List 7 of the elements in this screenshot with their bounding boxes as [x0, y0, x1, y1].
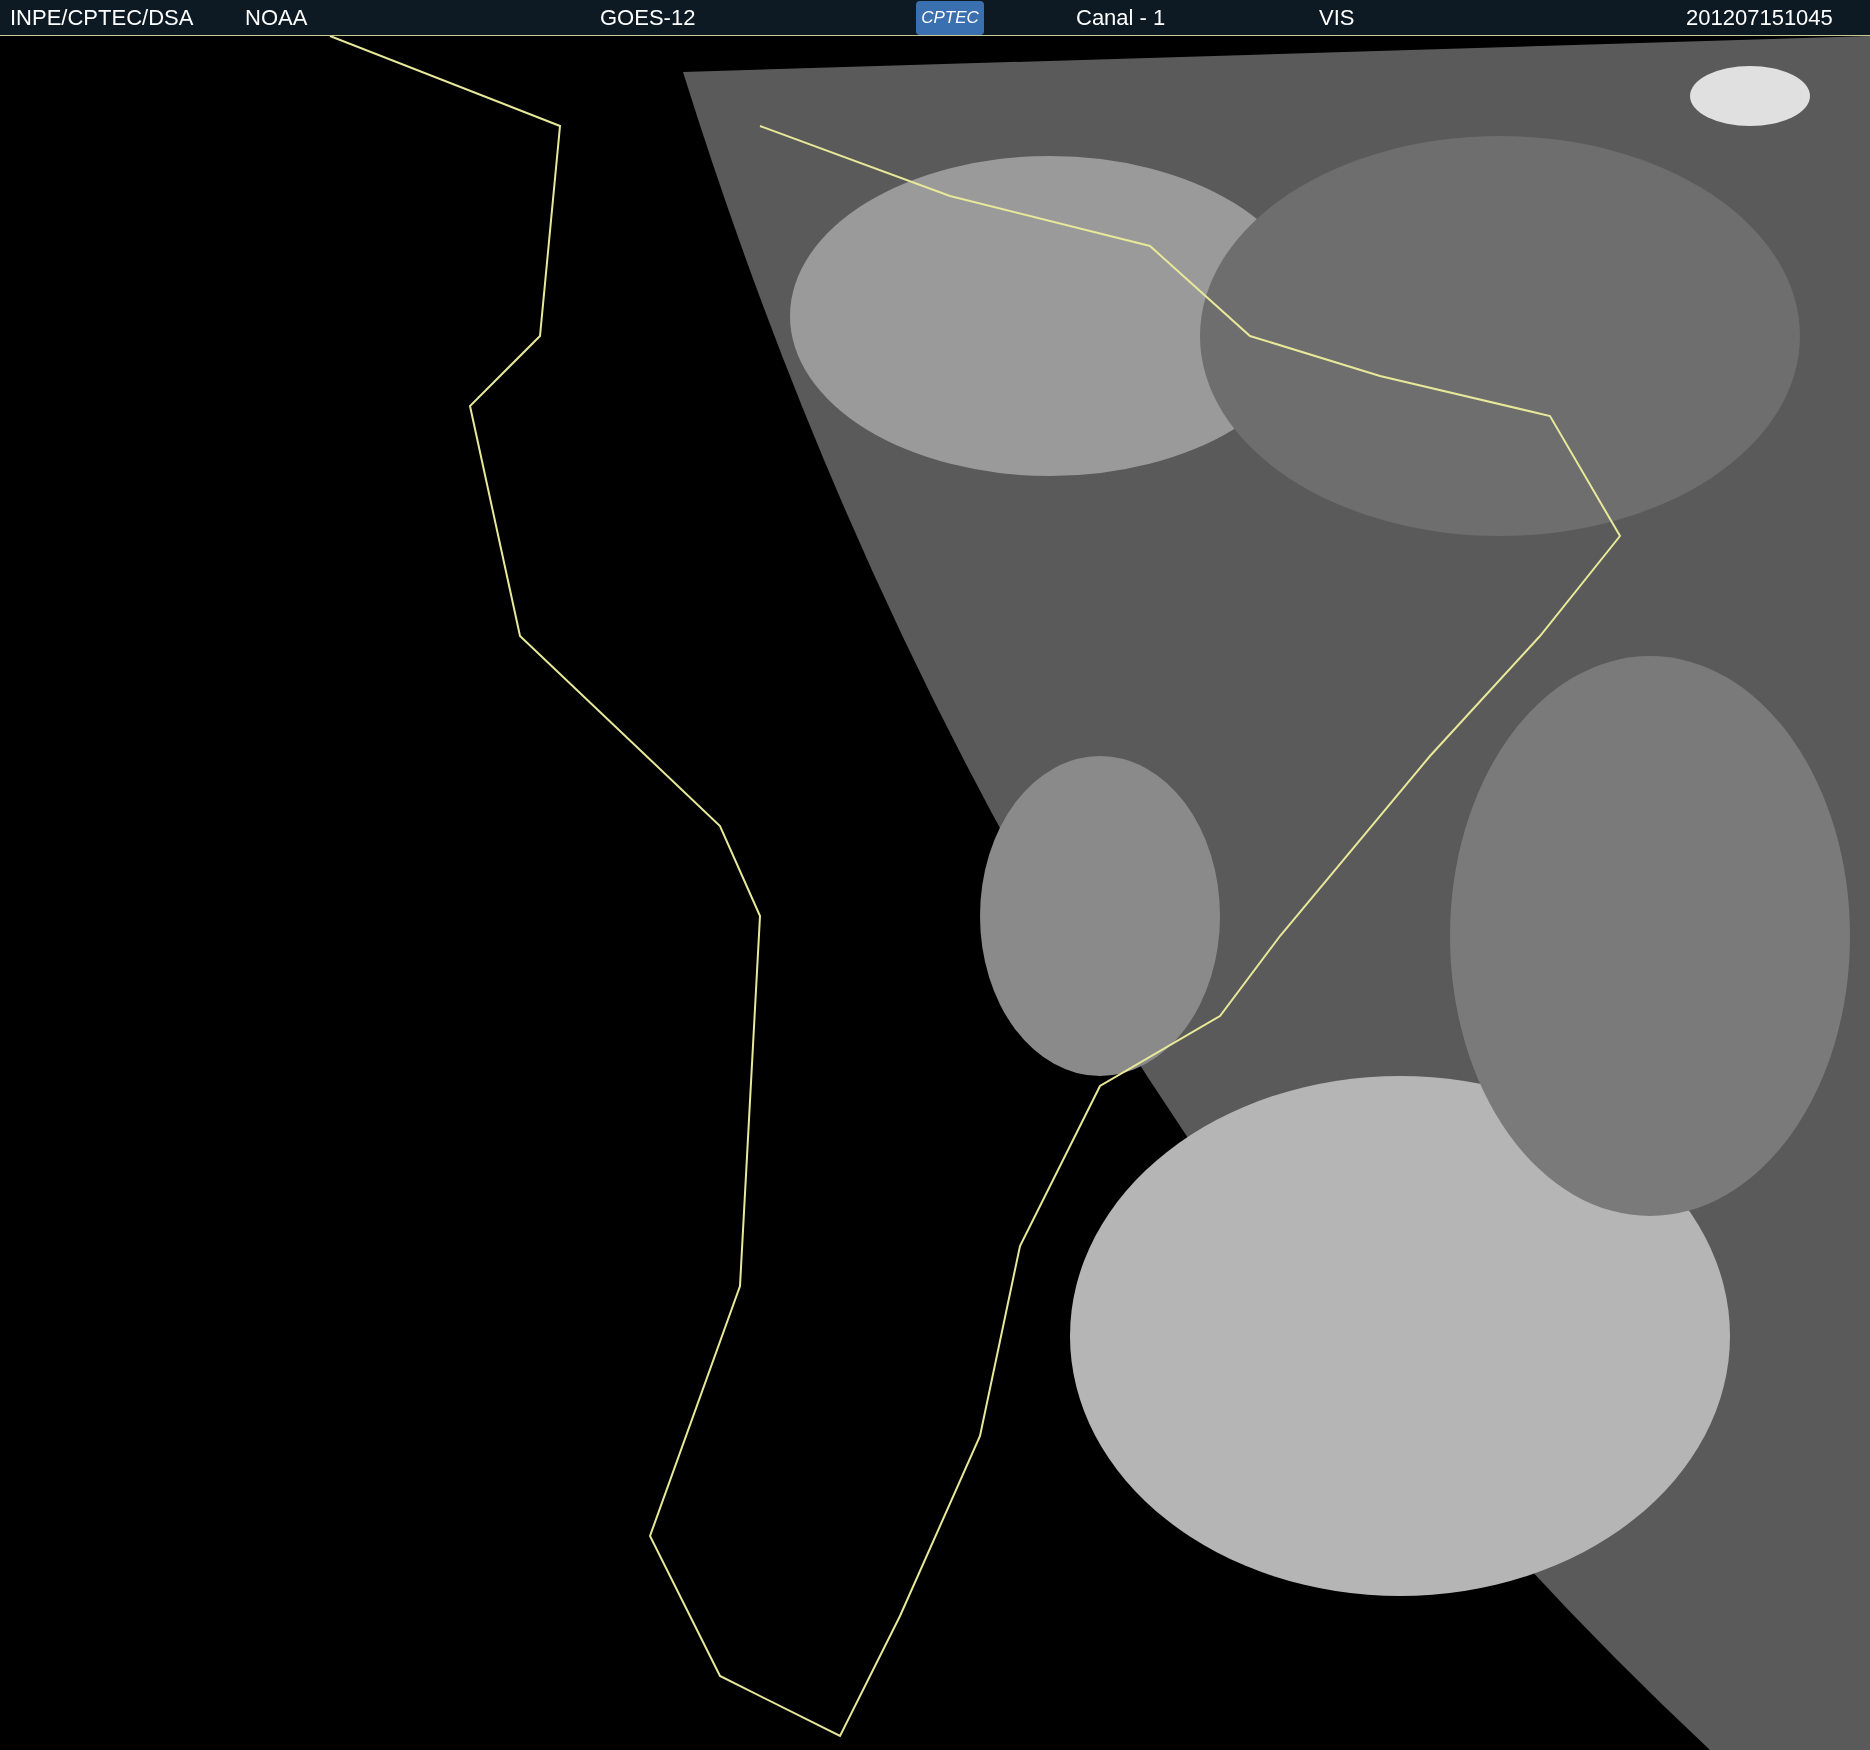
agency-label: NOAA	[245, 6, 309, 29]
source-label: INPE/CPTEC/DSA	[10, 6, 195, 29]
band-label: VIS	[1319, 6, 1356, 29]
channel-label: Canal - 1	[1076, 6, 1167, 29]
timestamp-label: 201207151045	[1686, 6, 1833, 29]
logo: CPTEC	[916, 0, 984, 35]
satellite-label: GOES-12	[600, 6, 697, 29]
